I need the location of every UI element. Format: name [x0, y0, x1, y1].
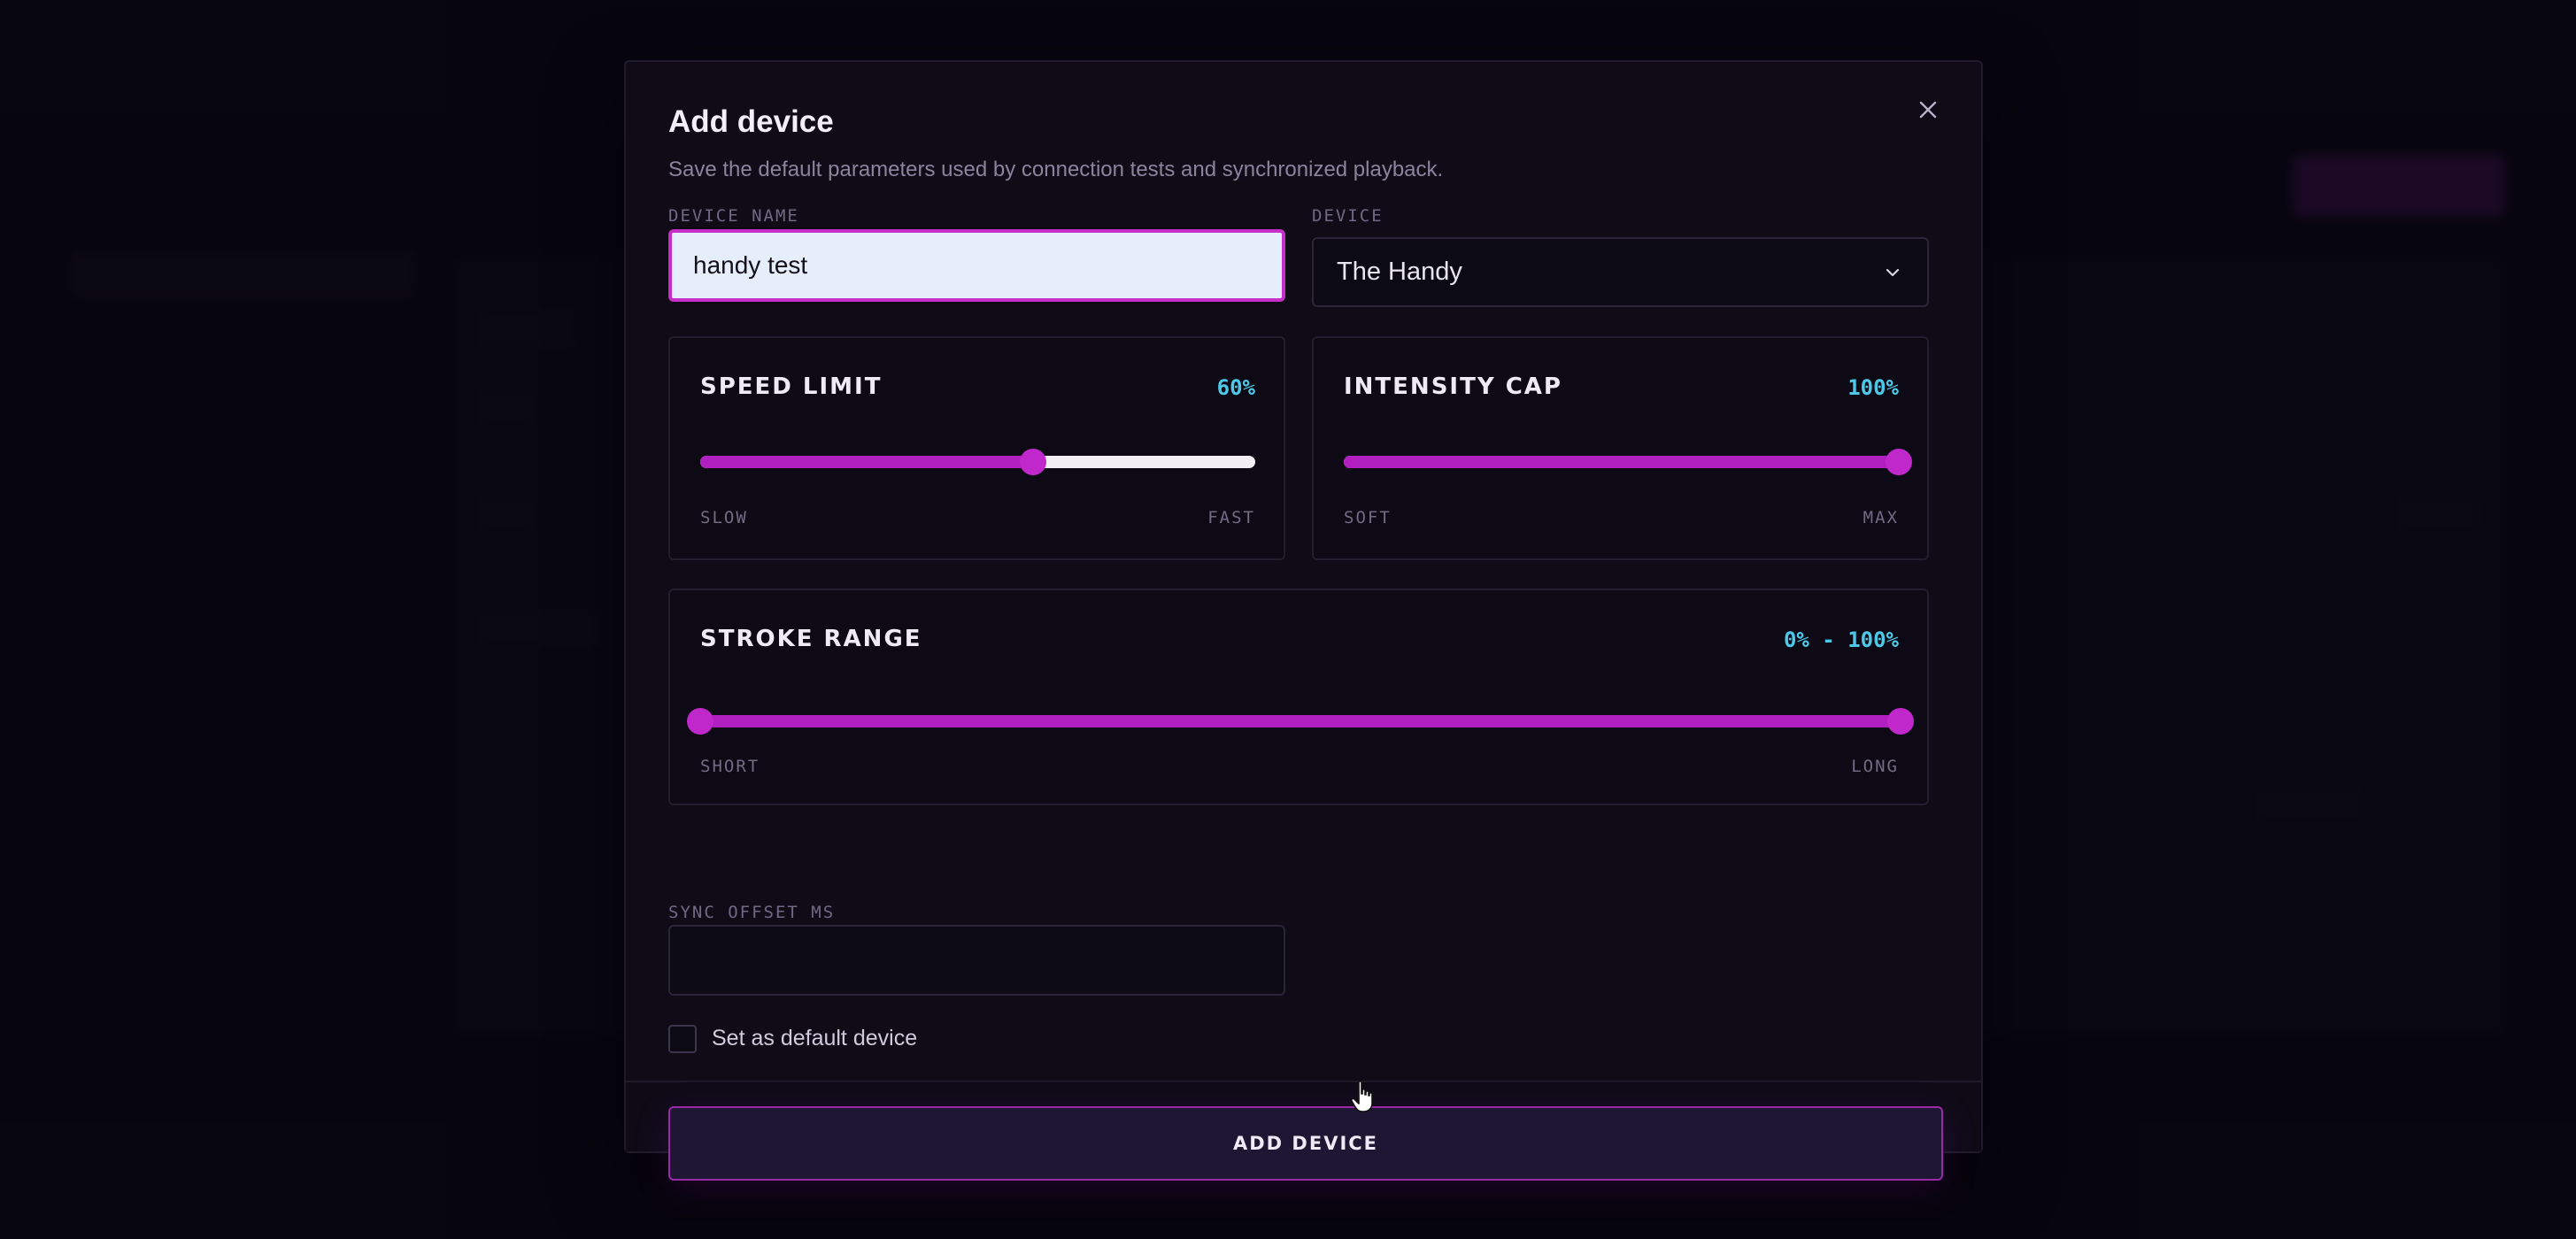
speed-limit-slider-fill	[700, 456, 1034, 468]
footer-divider	[626, 1081, 1981, 1082]
dialog-title: Add device	[668, 104, 834, 139]
speed-limit-min-label: SLOW	[700, 508, 748, 527]
add-device-button[interactable]: ADD DEVICE	[668, 1106, 1943, 1181]
stroke-range-max-thumb[interactable]	[1887, 708, 1914, 735]
intensity-cap-max-label: MAX	[1863, 508, 1899, 527]
close-button[interactable]	[1909, 90, 1947, 129]
stroke-range-value: 0% - 100%	[1783, 627, 1899, 652]
device-label: DEVICE	[1312, 206, 1384, 226]
speed-limit-value: 60%	[1216, 375, 1255, 400]
sync-offset-input[interactable]	[668, 925, 1285, 996]
speed-limit-panel: SPEED LIMIT 60% SLOW FAST	[668, 336, 1285, 560]
intensity-cap-value: 100%	[1847, 375, 1899, 400]
device-name-input[interactable]	[668, 229, 1285, 302]
sync-offset-label: SYNC OFFSET MS	[668, 903, 836, 922]
hand-pointer-icon	[1350, 1081, 1373, 1112]
dialog-description: Save the default parameters used by conn…	[668, 158, 1444, 181]
speed-limit-title: SPEED LIMIT	[700, 373, 883, 400]
stroke-range-min-thumb[interactable]	[687, 708, 713, 735]
speed-limit-slider-thumb[interactable]	[1020, 449, 1047, 475]
speed-limit-slider[interactable]	[700, 449, 1255, 475]
default-device-checkbox[interactable]	[668, 1025, 697, 1053]
stroke-range-title: STROKE RANGE	[700, 626, 922, 652]
device-select[interactable]: The Handy	[1312, 237, 1929, 307]
speed-limit-max-label: FAST	[1207, 508, 1255, 527]
intensity-cap-panel: INTENSITY CAP 100% SOFT MAX	[1312, 336, 1929, 560]
device-name-label: DEVICE NAME	[668, 206, 799, 226]
default-device-label: Set as default device	[712, 1026, 918, 1050]
stroke-range-slider[interactable]	[687, 708, 1914, 735]
stroke-range-panel: STROKE RANGE 0% - 100% SHORT LONG	[668, 589, 1929, 805]
chevron-down-icon	[1886, 268, 1900, 276]
stroke-range-min-label: SHORT	[700, 757, 760, 776]
add-device-dialog: Add device Save the default parameters u…	[624, 60, 1983, 1181]
close-icon	[1919, 101, 1937, 119]
intensity-cap-slider-thumb[interactable]	[1886, 449, 1912, 475]
intensity-cap-title: INTENSITY CAP	[1344, 373, 1562, 400]
device-select-value: The Handy	[1337, 258, 1462, 286]
intensity-cap-slider-fill	[1344, 456, 1899, 468]
intensity-cap-min-label: SOFT	[1344, 508, 1392, 527]
stroke-range-max-label: LONG	[1851, 757, 1899, 776]
intensity-cap-slider[interactable]	[1344, 449, 1912, 475]
